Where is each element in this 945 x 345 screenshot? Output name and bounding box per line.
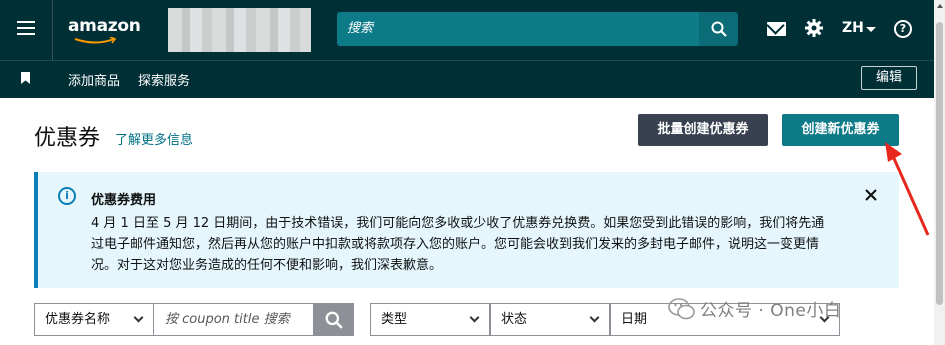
top-navigation-bar: amazon 搜索 ZH ? bbox=[0, 0, 934, 60]
scroll-up-icon[interactable] bbox=[937, 4, 943, 8]
gear-icon[interactable] bbox=[805, 19, 823, 37]
page-title: 优惠券 bbox=[34, 126, 101, 151]
status-select-label: 状态 bbox=[501, 312, 528, 327]
learn-more-link[interactable]: 了解更多信息 bbox=[115, 129, 193, 148]
coupon-name-select-label: 优惠券名称 bbox=[45, 312, 111, 327]
search-icon bbox=[711, 21, 727, 37]
menu-icon[interactable] bbox=[17, 21, 35, 35]
coupon-fee-alert: i 优惠券费用 4 月 1 日至 5 月 12 日期间，由于技术错误，我们可能向… bbox=[34, 172, 899, 288]
date-select-label: 日期 bbox=[621, 312, 648, 327]
alert-body: 4 月 1 日至 5 月 12 日期间，由于技术错误，我们可能向您多收或少收了优… bbox=[91, 216, 825, 273]
search-box[interactable]: 搜索 bbox=[337, 12, 699, 46]
close-icon[interactable] bbox=[864, 188, 878, 202]
coupon-name-select[interactable]: 优惠券名称 bbox=[34, 303, 154, 336]
language-selector[interactable]: ZH bbox=[842, 20, 864, 36]
nav-link-add-products[interactable]: 添加商品 bbox=[68, 70, 120, 89]
bulk-create-coupons-button[interactable]: 批量创建优惠券 bbox=[638, 114, 768, 146]
chevron-down-icon bbox=[866, 27, 876, 32]
type-select[interactable]: 类型 bbox=[370, 303, 490, 336]
coupon-search-button[interactable] bbox=[314, 303, 354, 336]
alert-title: 优惠券费用 bbox=[91, 193, 157, 208]
wechat-icon bbox=[668, 298, 695, 320]
status-select[interactable]: 状态 bbox=[490, 303, 610, 336]
divider bbox=[52, 0, 53, 60]
watermark-text: 公众号 · One小白 bbox=[700, 301, 842, 321]
coupon-title-search-input[interactable]: 按 coupon title 搜索 bbox=[153, 303, 314, 336]
amazon-logo[interactable]: amazon bbox=[68, 16, 141, 36]
info-icon: i bbox=[58, 187, 76, 205]
chevron-down-icon bbox=[133, 312, 144, 323]
bookmark-icon[interactable] bbox=[21, 72, 30, 84]
edit-button[interactable]: 编辑 bbox=[861, 66, 917, 90]
nav-link-explore-services[interactable]: 探索服务 bbox=[138, 70, 190, 89]
help-icon[interactable]: ? bbox=[894, 20, 912, 38]
amazon-smile-icon bbox=[74, 37, 117, 44]
search-icon bbox=[325, 311, 343, 329]
secondary-navigation-bar: 添加商品 探索服务 编辑 bbox=[0, 60, 934, 98]
redacted-store-name bbox=[168, 8, 311, 52]
chevron-down-icon bbox=[589, 312, 600, 323]
type-select-label: 类型 bbox=[381, 312, 408, 327]
search-input[interactable]: 搜索 bbox=[347, 12, 687, 46]
chevron-down-icon bbox=[469, 312, 480, 323]
mail-icon[interactable] bbox=[767, 22, 786, 36]
search-button[interactable] bbox=[699, 12, 738, 46]
